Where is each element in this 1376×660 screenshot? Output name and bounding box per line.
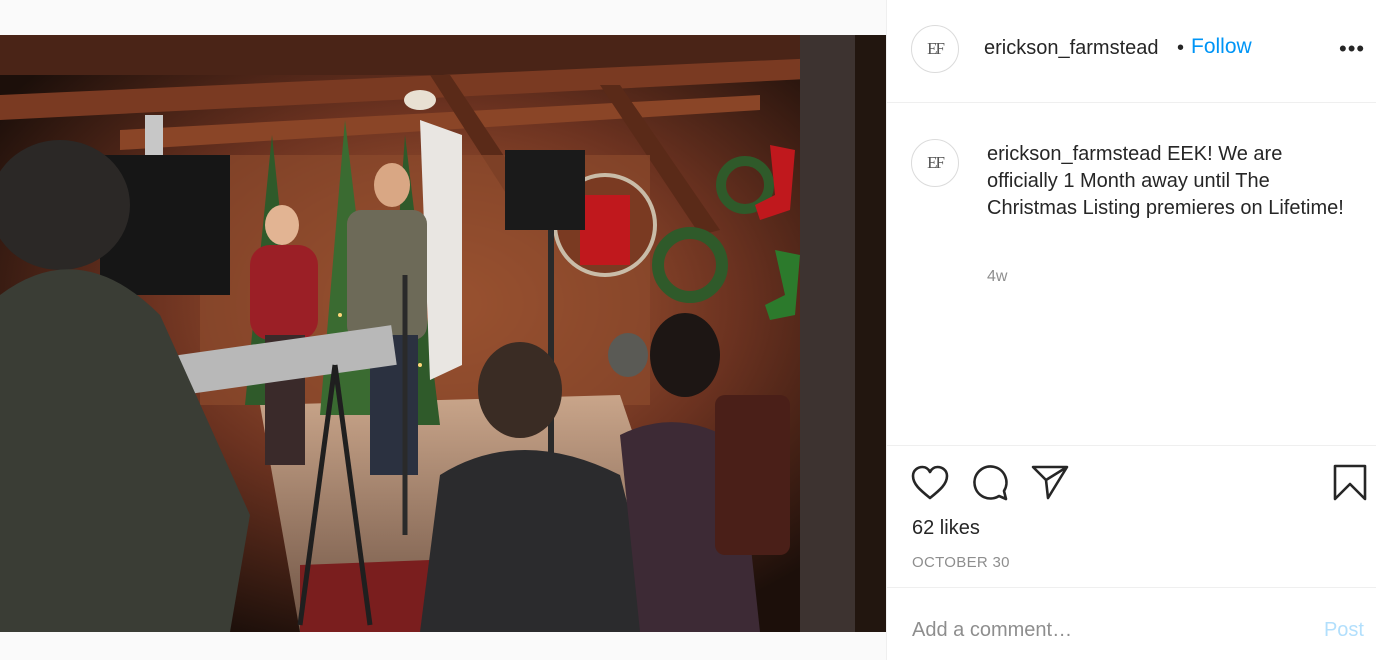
media-pane	[0, 0, 886, 660]
post-sidebar: EF erickson_farmstead • Follow ••• EF er…	[886, 0, 1376, 660]
caption: erickson_farmstead EEK! We are officiall…	[987, 141, 1357, 222]
more-options-icon[interactable]: •••	[1339, 36, 1365, 62]
likes-count[interactable]: 62 likes	[912, 517, 980, 540]
bookmark-icon[interactable]	[1333, 464, 1367, 502]
follow-button[interactable]: Follow	[1191, 35, 1252, 59]
post-date: OCTOBER 30	[912, 554, 1010, 571]
caption-username[interactable]: erickson_farmstead	[987, 143, 1162, 165]
actions-section: 62 likes OCTOBER 30	[887, 445, 1376, 587]
post-header: EF erickson_farmstead • Follow •••	[887, 0, 1376, 103]
paper-plane-icon[interactable]	[1031, 464, 1069, 500]
comment-bar: Add a comment… Post	[887, 587, 1376, 660]
avatar[interactable]: EF	[911, 25, 959, 73]
time-ago[interactable]: 4w	[987, 268, 1007, 286]
heart-icon[interactable]	[911, 465, 949, 501]
post-photo[interactable]	[0, 35, 886, 632]
comment-bubble-icon[interactable]	[971, 464, 1009, 502]
post-comment-button[interactable]: Post	[1324, 619, 1364, 642]
caption-avatar[interactable]: EF	[911, 139, 959, 187]
comment-input[interactable]: Add a comment…	[912, 619, 1072, 642]
separator-dot: •	[1177, 37, 1185, 59]
author-username[interactable]: erickson_farmstead	[984, 37, 1159, 60]
